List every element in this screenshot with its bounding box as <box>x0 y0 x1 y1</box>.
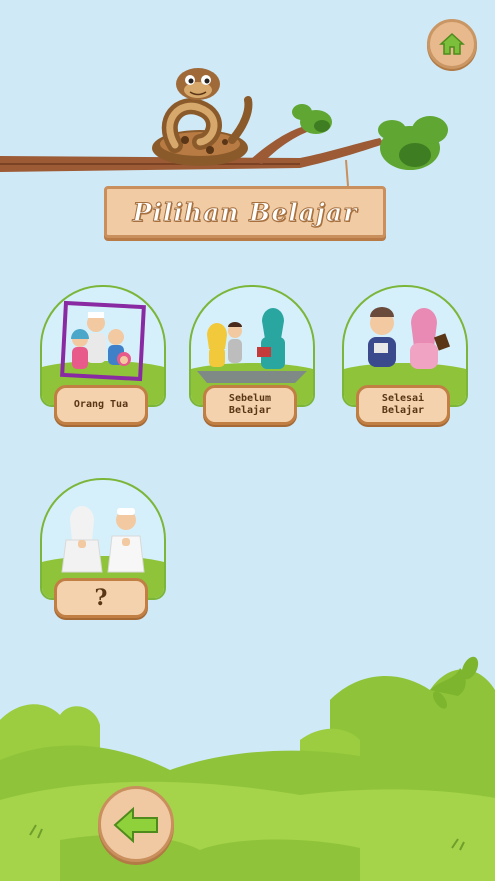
menu-card-selesai-belajar[interactable]: Selesai Belajar <box>342 285 468 433</box>
home-icon <box>439 32 465 55</box>
selesai-belajar-button[interactable]: Selesai Belajar <box>356 385 450 425</box>
doa-button[interactable]: ? <box>54 578 148 618</box>
title-board: Pilihan Belajar <box>104 186 386 238</box>
menu-card-doa[interactable]: ? <box>40 478 166 626</box>
page-title: Pilihan Belajar <box>132 197 358 227</box>
menu-card-sebelum-belajar[interactable]: Sebelum Belajar <box>189 285 315 433</box>
snake-illustration <box>152 68 253 166</box>
arrow-left-icon <box>113 806 158 844</box>
back-button[interactable] <box>98 786 174 862</box>
sebelum-belajar-button[interactable]: Sebelum Belajar <box>203 385 297 425</box>
menu-card-orang-tua[interactable]: Orang Tua <box>40 285 166 433</box>
orang-tua-button[interactable]: Orang Tua <box>54 385 148 425</box>
